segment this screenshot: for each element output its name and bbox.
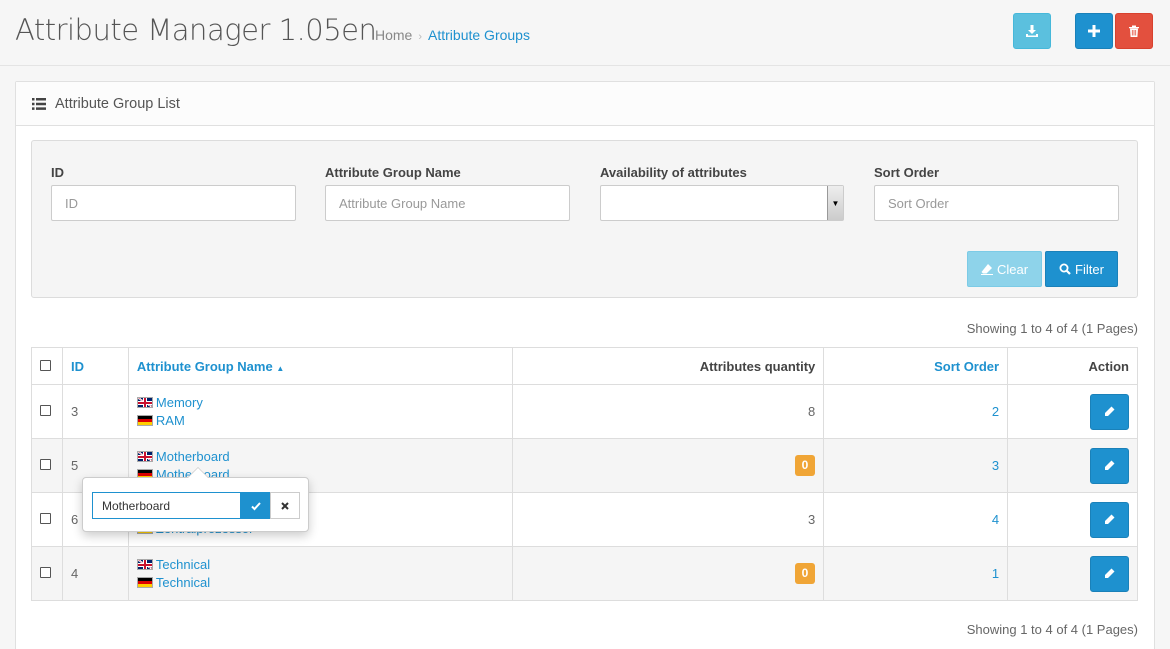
pencil-icon (1105, 406, 1115, 416)
uk-flag-icon (136, 397, 153, 408)
name-de-text[interactable]: Technical (156, 574, 210, 592)
name-en-text[interactable]: Technical (156, 556, 210, 574)
filter-name-label: Attribute Group Name (325, 165, 461, 180)
filter-availability-label: Availability of attributes (600, 165, 747, 180)
column-id[interactable]: ID (71, 359, 84, 374)
filter-label: Filter (1075, 261, 1104, 277)
breadcrumb-home[interactable]: Home (375, 27, 412, 43)
popover-caret-inner (188, 468, 208, 478)
name-en[interactable]: Motherboard (136, 448, 504, 466)
filter-sort-input[interactable]: Sort Order (874, 185, 1119, 221)
inline-edit-confirm-button[interactable] (240, 492, 271, 519)
row-sort-order[interactable]: 3 (992, 458, 999, 473)
column-action: Action (1088, 358, 1129, 374)
search-icon (1059, 263, 1071, 275)
page-title: Attribute Manager 1.05en (15, 13, 377, 47)
row-checkbox[interactable] (40, 459, 51, 470)
attribute-group-panel: Attribute Group List ID ID Attribute Gro… (15, 81, 1155, 649)
name-en[interactable]: Technical (136, 556, 504, 574)
de-flag-icon (136, 415, 153, 426)
row-sort-order[interactable]: 1 (992, 566, 999, 581)
quantity-value: 3 (808, 512, 816, 527)
showing-text-top: Showing 1 to 4 of 4 (1 Pages) (966, 321, 1138, 336)
trash-icon (1129, 25, 1139, 37)
filter-button[interactable]: Filter (1045, 251, 1118, 287)
breadcrumb-separator: › (418, 31, 423, 43)
clear-button[interactable]: Clear (967, 251, 1042, 287)
row-checkbox[interactable] (40, 567, 51, 578)
inline-edit-popover: Motherboard (82, 467, 309, 532)
edit-button[interactable] (1090, 555, 1129, 592)
pencil-icon (1105, 568, 1115, 578)
edit-button[interactable] (1090, 447, 1129, 484)
row-sort-order[interactable]: 4 (992, 512, 999, 527)
pencil-icon (1105, 460, 1115, 470)
inline-edit-input[interactable]: Motherboard (92, 492, 241, 519)
edit-button[interactable] (1090, 501, 1129, 538)
select-all-checkbox[interactable] (40, 359, 51, 371)
breadcrumb: Home › Attribute Groups (375, 27, 530, 43)
name-en-text[interactable]: Motherboard (156, 448, 230, 466)
pencil-icon (1105, 514, 1115, 524)
download-icon (1026, 25, 1038, 37)
plus-icon (1088, 25, 1100, 37)
eraser-icon (980, 264, 993, 275)
table-row: 3 Memory RAM 8 2 (31, 384, 1138, 439)
table-row: 4 Technical Technical 0 1 (31, 546, 1138, 601)
panel-heading: Attribute Group List (16, 82, 1154, 126)
quantity-value: 8 (808, 404, 816, 419)
breadcrumb-attribute-groups[interactable]: Attribute Groups (428, 27, 530, 43)
name-de[interactable]: Technical (136, 574, 504, 592)
quantity-badge: 0 (794, 563, 816, 584)
clear-label: Clear (996, 261, 1029, 277)
row-id: 3 (70, 404, 79, 419)
uk-flag-icon (136, 559, 153, 570)
column-sort-order[interactable]: Sort Order (934, 359, 999, 374)
name-de[interactable]: RAM (136, 412, 504, 430)
row-id: 6 (70, 512, 79, 527)
quantity-badge: 0 (794, 455, 816, 476)
row-id: 4 (70, 566, 79, 581)
filter-sort-label: Sort Order (874, 165, 940, 180)
add-button[interactable] (1075, 13, 1113, 49)
name-en[interactable]: Memory (136, 394, 504, 412)
de-flag-icon (136, 577, 153, 588)
row-checkbox[interactable] (40, 405, 51, 416)
edit-button[interactable] (1090, 393, 1129, 430)
uk-flag-icon (136, 451, 153, 462)
download-button[interactable] (1013, 13, 1051, 49)
close-icon (281, 501, 289, 510)
filter-well: ID ID Attribute Group Name Attribute Gro… (31, 140, 1138, 298)
inline-edit-cancel-button[interactable] (270, 492, 300, 519)
column-name[interactable]: Attribute Group Name (137, 359, 273, 374)
row-id: 5 (70, 458, 79, 473)
page-header: Attribute Manager 1.05en Home › Attribute … (0, 0, 1170, 66)
table-header-row: ID Attribute Group Name ▲ Attributes qua… (31, 347, 1138, 385)
filter-id-label: ID (51, 165, 64, 180)
filter-id-input[interactable]: ID (51, 185, 296, 221)
column-quantity: Attributes quantity (699, 358, 816, 374)
row-sort-order[interactable]: 2 (992, 404, 999, 419)
check-icon (250, 501, 261, 510)
row-checkbox[interactable] (40, 513, 51, 524)
name-de-text[interactable]: RAM (156, 412, 185, 430)
select-arrow-icon: ▼ (827, 186, 843, 220)
showing-text-bottom: Showing 1 to 4 of 4 (1 Pages) (966, 622, 1138, 637)
panel-title: Attribute Group List (55, 95, 180, 112)
sort-asc-icon: ▲ (276, 363, 285, 373)
name-en-text[interactable]: Memory (156, 394, 203, 412)
delete-button[interactable] (1115, 13, 1153, 49)
list-icon (32, 97, 46, 110)
filter-name-input[interactable]: Attribute Group Name (325, 185, 570, 221)
filter-availability-select[interactable]: ▼ (600, 185, 844, 221)
